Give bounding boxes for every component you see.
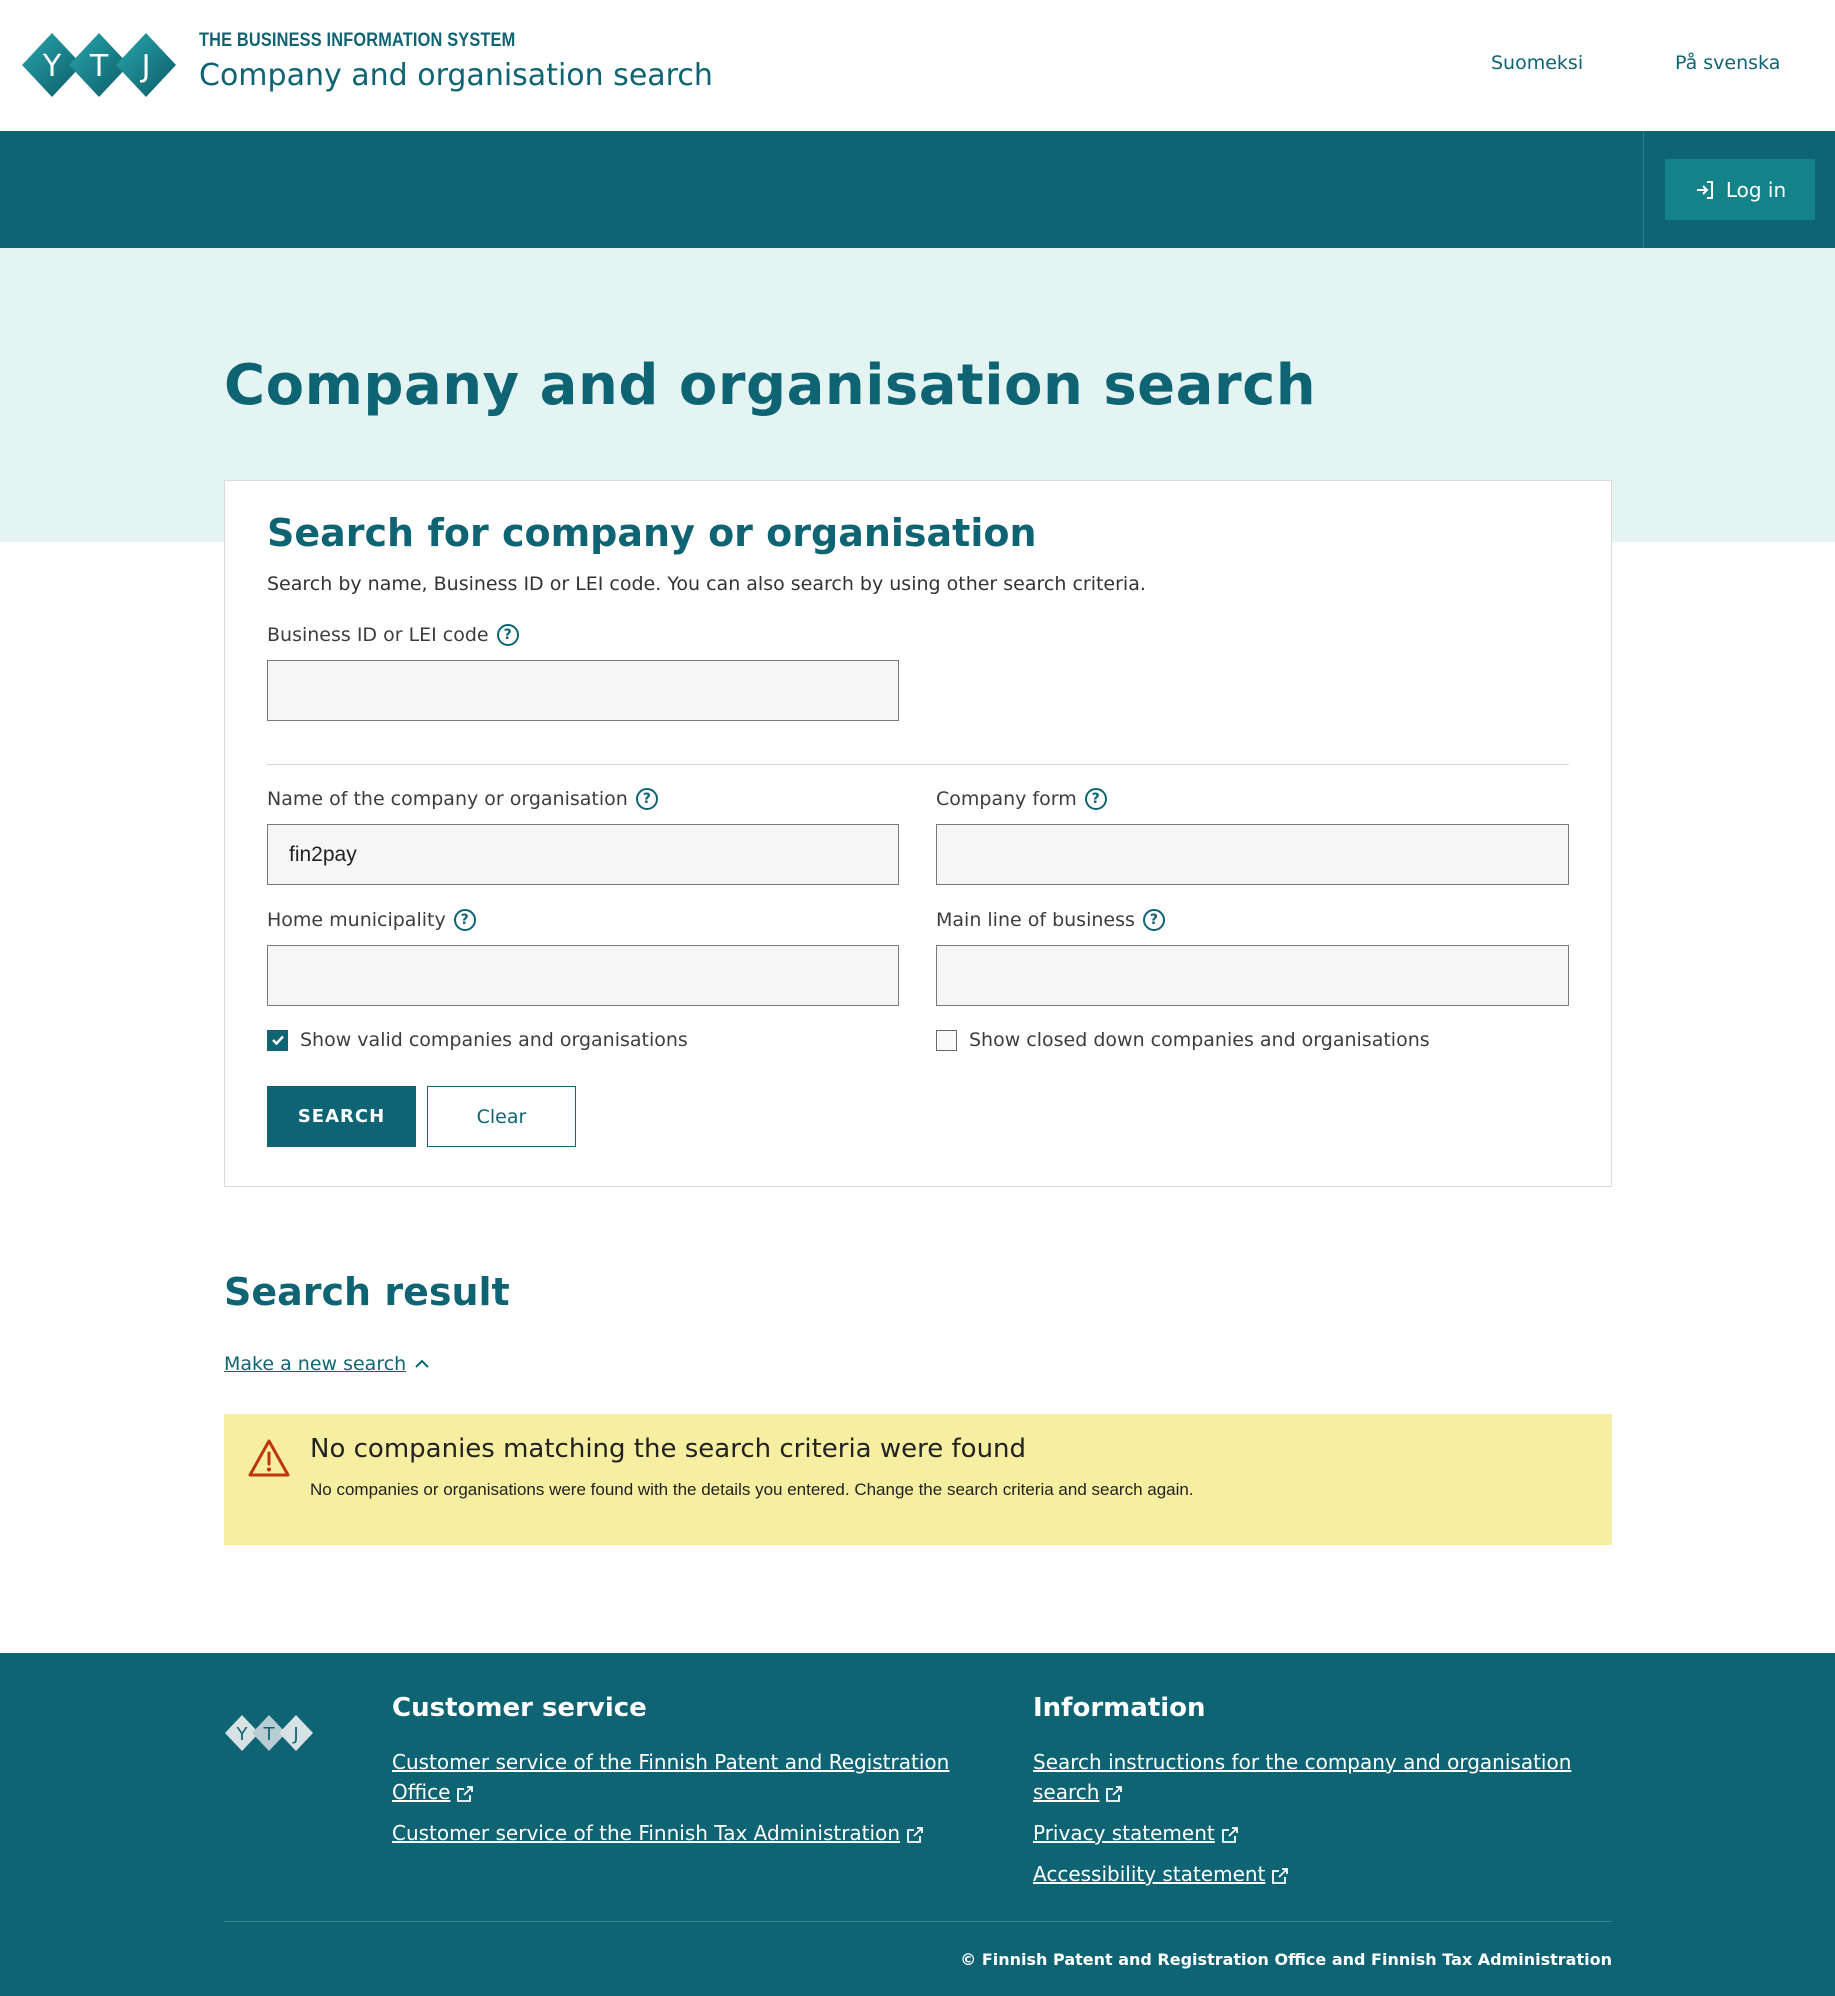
tax-link-label: Customer service of the Finnish Tax Admi… [392,1821,900,1845]
no-results-alert: No companies matching the search criteri… [224,1414,1612,1545]
svg-text:T: T [263,1724,276,1745]
main-line-label-text: Main line of business [936,909,1135,931]
alert-text: No companies or organisations were found… [310,1480,1194,1499]
help-icon[interactable]: ? [1084,788,1107,810]
search-instructions-link[interactable]: Search instructions for the company and … [1033,1747,1593,1807]
svg-text:Y: Y [42,49,62,84]
main-line-label: Main line of business ? [936,909,1165,931]
search-result-title: Search result [224,1270,510,1314]
svg-text:T: T [89,49,109,84]
company-form-input[interactable] [936,824,1569,885]
help-icon[interactable]: ? [453,909,476,931]
company-name-label-text: Name of the company or organisation [267,788,628,810]
ytj-footer-logo: Y T J [225,1715,313,1751]
search-form-description: Search by name, Business ID or LEI code.… [267,573,1146,595]
language-swedish-link[interactable]: På svenska [1675,52,1780,74]
chevron-up-icon [415,1359,429,1368]
language-finnish-link[interactable]: Suomeksi [1491,52,1583,74]
login-label: Log in [1725,177,1787,202]
header-title[interactable]: Company and organisation search [199,58,713,93]
page-title: Company and organisation search [224,353,1317,418]
show-valid-label: Show valid companies and organisations [300,1029,688,1051]
external-link-icon [1272,1867,1289,1884]
form-divider [267,764,1569,765]
header-kicker: THE BUSINESS INFORMATION SYSTEM [199,30,516,51]
login-icon [1696,180,1713,199]
accessibility-statement-link[interactable]: Accessibility statement [1033,1859,1289,1889]
external-link-icon [457,1785,474,1802]
site-header: Y T J THE BUSINESS INFORMATION SYSTEM Co… [0,0,1835,131]
search-form-card: Search for company or organisation Searc… [224,480,1612,1187]
information-heading: Information [1033,1693,1206,1723]
main-line-input[interactable] [936,945,1569,1006]
business-id-input[interactable] [267,660,899,721]
help-icon[interactable]: ? [635,788,658,810]
privacy-label: Privacy statement [1033,1821,1215,1845]
external-link-icon [1221,1826,1238,1843]
company-form-label-text: Company form [936,788,1077,810]
prh-link-line1: Customer service of the Finnish Patent a… [392,1750,950,1774]
login-button[interactable]: Log in [1665,159,1815,220]
help-icon[interactable]: ? [1142,909,1165,931]
show-closed-checkbox[interactable]: Show closed down companies and organisat… [936,1029,1430,1051]
instructions-line1: Search instructions for the company and … [1033,1750,1572,1774]
nav-divider [1643,131,1644,248]
warning-icon [248,1439,290,1477]
help-icon[interactable]: ? [496,624,519,646]
company-form-label: Company form ? [936,788,1107,810]
accessibility-label: Accessibility statement [1033,1862,1266,1886]
search-form-title: Search for company or organisation [267,511,1037,555]
home-municipality-label: Home municipality ? [267,909,476,931]
checkbox-unchecked[interactable] [936,1029,957,1051]
prh-link-line2: Office [392,1780,451,1804]
site-footer: Y T J Customer service Customer service … [0,1653,1835,1996]
clear-button[interactable]: Clear [427,1086,576,1147]
tax-customer-service-link[interactable]: Customer service of the Finnish Tax Admi… [392,1818,924,1848]
footer-divider [224,1921,1612,1922]
svg-text:J: J [292,1724,298,1745]
show-closed-label: Show closed down companies and organisat… [969,1029,1430,1051]
checkmark-icon [271,1035,284,1046]
checkbox-checked[interactable] [267,1029,288,1051]
svg-text:Y: Y [236,1724,249,1745]
make-new-search-label: Make a new search [224,1353,407,1375]
nav-bar: Log in [0,131,1835,248]
copyright-text: © Finnish Patent and Registration Office… [960,1950,1612,1969]
alert-title: No companies matching the search criteri… [310,1434,1027,1464]
external-link-icon [1106,1785,1123,1802]
company-name-label: Name of the company or organisation ? [267,788,658,810]
home-municipality-input[interactable] [267,945,899,1006]
business-id-label-text: Business ID or LEI code [267,624,489,646]
make-new-search-link[interactable]: Make a new search [224,1353,430,1375]
home-municipality-label-text: Home municipality [267,909,446,931]
ytj-logo[interactable]: Y T J [20,30,178,100]
external-link-icon [907,1826,923,1843]
svg-text:J: J [140,49,151,84]
show-valid-checkbox[interactable]: Show valid companies and organisations [267,1029,688,1051]
prh-customer-service-link[interactable]: Customer service of the Finnish Patent a… [392,1747,952,1807]
search-button[interactable]: SEARCH [267,1086,416,1147]
privacy-statement-link[interactable]: Privacy statement [1033,1818,1239,1848]
company-name-input[interactable] [267,824,899,885]
business-id-label: Business ID or LEI code ? [267,624,519,646]
instructions-line2: search [1033,1780,1100,1804]
customer-service-heading: Customer service [392,1693,647,1723]
